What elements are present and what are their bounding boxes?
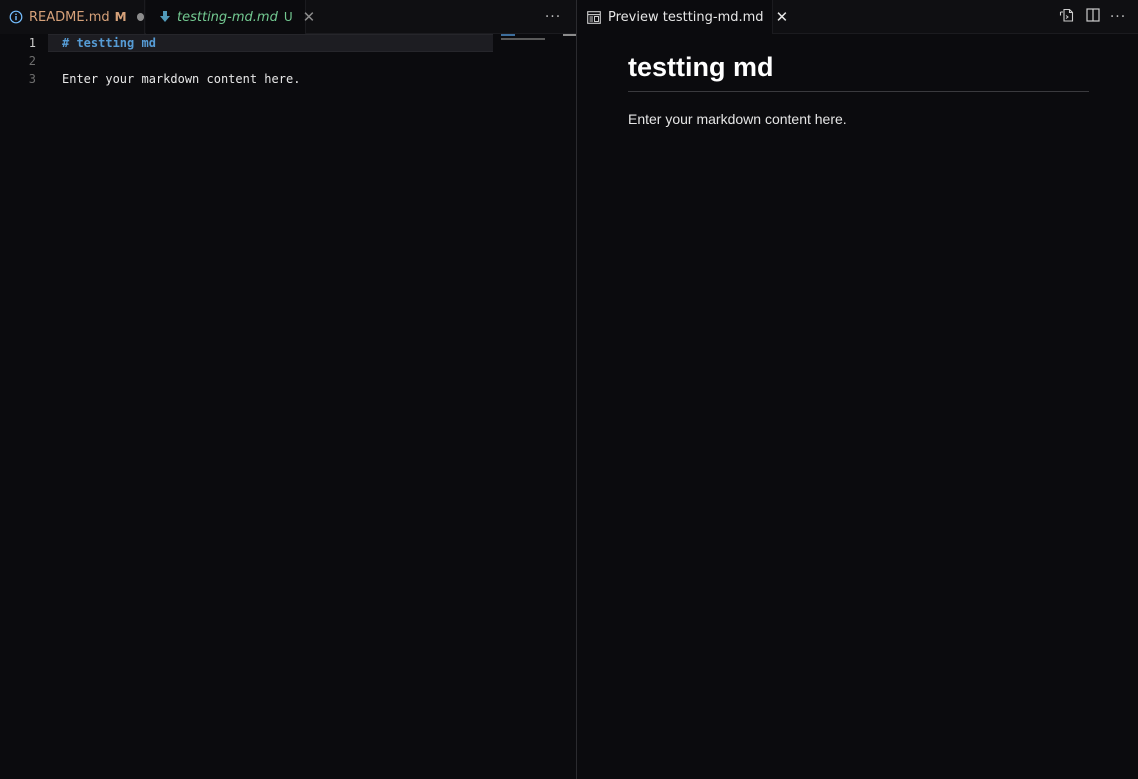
line-number: 1 xyxy=(28,36,36,50)
tab-testting-md-label: testting-md.md xyxy=(177,9,278,25)
info-icon xyxy=(9,10,23,24)
line-number: 2 xyxy=(28,54,36,68)
left-editor-group: README.md M testting-md.md U ✕ ··· 1 # t… xyxy=(0,0,576,779)
left-tab-bar: README.md M testting-md.md U ✕ ··· xyxy=(0,0,576,34)
markdown-preview: testting md Enter your markdown content … xyxy=(628,34,1089,127)
scrollbar-marker[interactable] xyxy=(563,34,576,36)
close-icon[interactable]: ✕ xyxy=(303,8,316,26)
tab-testting-md[interactable]: testting-md.md U ✕ xyxy=(146,0,315,34)
close-icon[interactable]: ✕ xyxy=(776,8,789,26)
minimap[interactable] xyxy=(498,34,564,54)
code-line-heading[interactable]: # testting md xyxy=(62,34,156,52)
preview-icon xyxy=(587,10,601,24)
markdown-arrow-icon xyxy=(159,10,171,24)
preview-heading: testting md xyxy=(628,51,1089,92)
tab-testting-md-untracked-status: U xyxy=(283,10,293,24)
tab-readme-label: README.md xyxy=(29,9,110,25)
open-source-icon xyxy=(1059,7,1075,27)
tab-readme[interactable]: README.md M xyxy=(0,0,145,34)
code-editor[interactable]: 1 # testting md 2 3 Enter your markdown … xyxy=(0,34,576,779)
minimap-line xyxy=(501,38,545,40)
right-editor-group: Preview testting-md.md ✕ ··· testting md… xyxy=(577,0,1138,779)
more-actions-button[interactable]: ··· xyxy=(1106,0,1130,34)
tab-preview-label: Preview testting-md.md xyxy=(608,9,764,25)
preview-paragraph: Enter your markdown content here. xyxy=(628,111,847,127)
right-tab-bar: Preview testting-md.md ✕ ··· xyxy=(577,0,1138,34)
split-editor-button[interactable] xyxy=(1081,0,1105,34)
tab-readme-modified-status: M xyxy=(114,10,127,24)
more-actions-button[interactable]: ··· xyxy=(541,0,565,34)
code-line-text[interactable]: Enter your markdown content here. xyxy=(62,70,300,88)
split-editor-icon xyxy=(1085,7,1101,27)
line-number: 3 xyxy=(28,72,36,86)
open-source-button[interactable] xyxy=(1055,0,1079,34)
tab-preview[interactable]: Preview testting-md.md ✕ xyxy=(577,0,788,34)
minimap-line xyxy=(501,34,515,36)
unsaved-dot-icon[interactable] xyxy=(136,13,144,21)
